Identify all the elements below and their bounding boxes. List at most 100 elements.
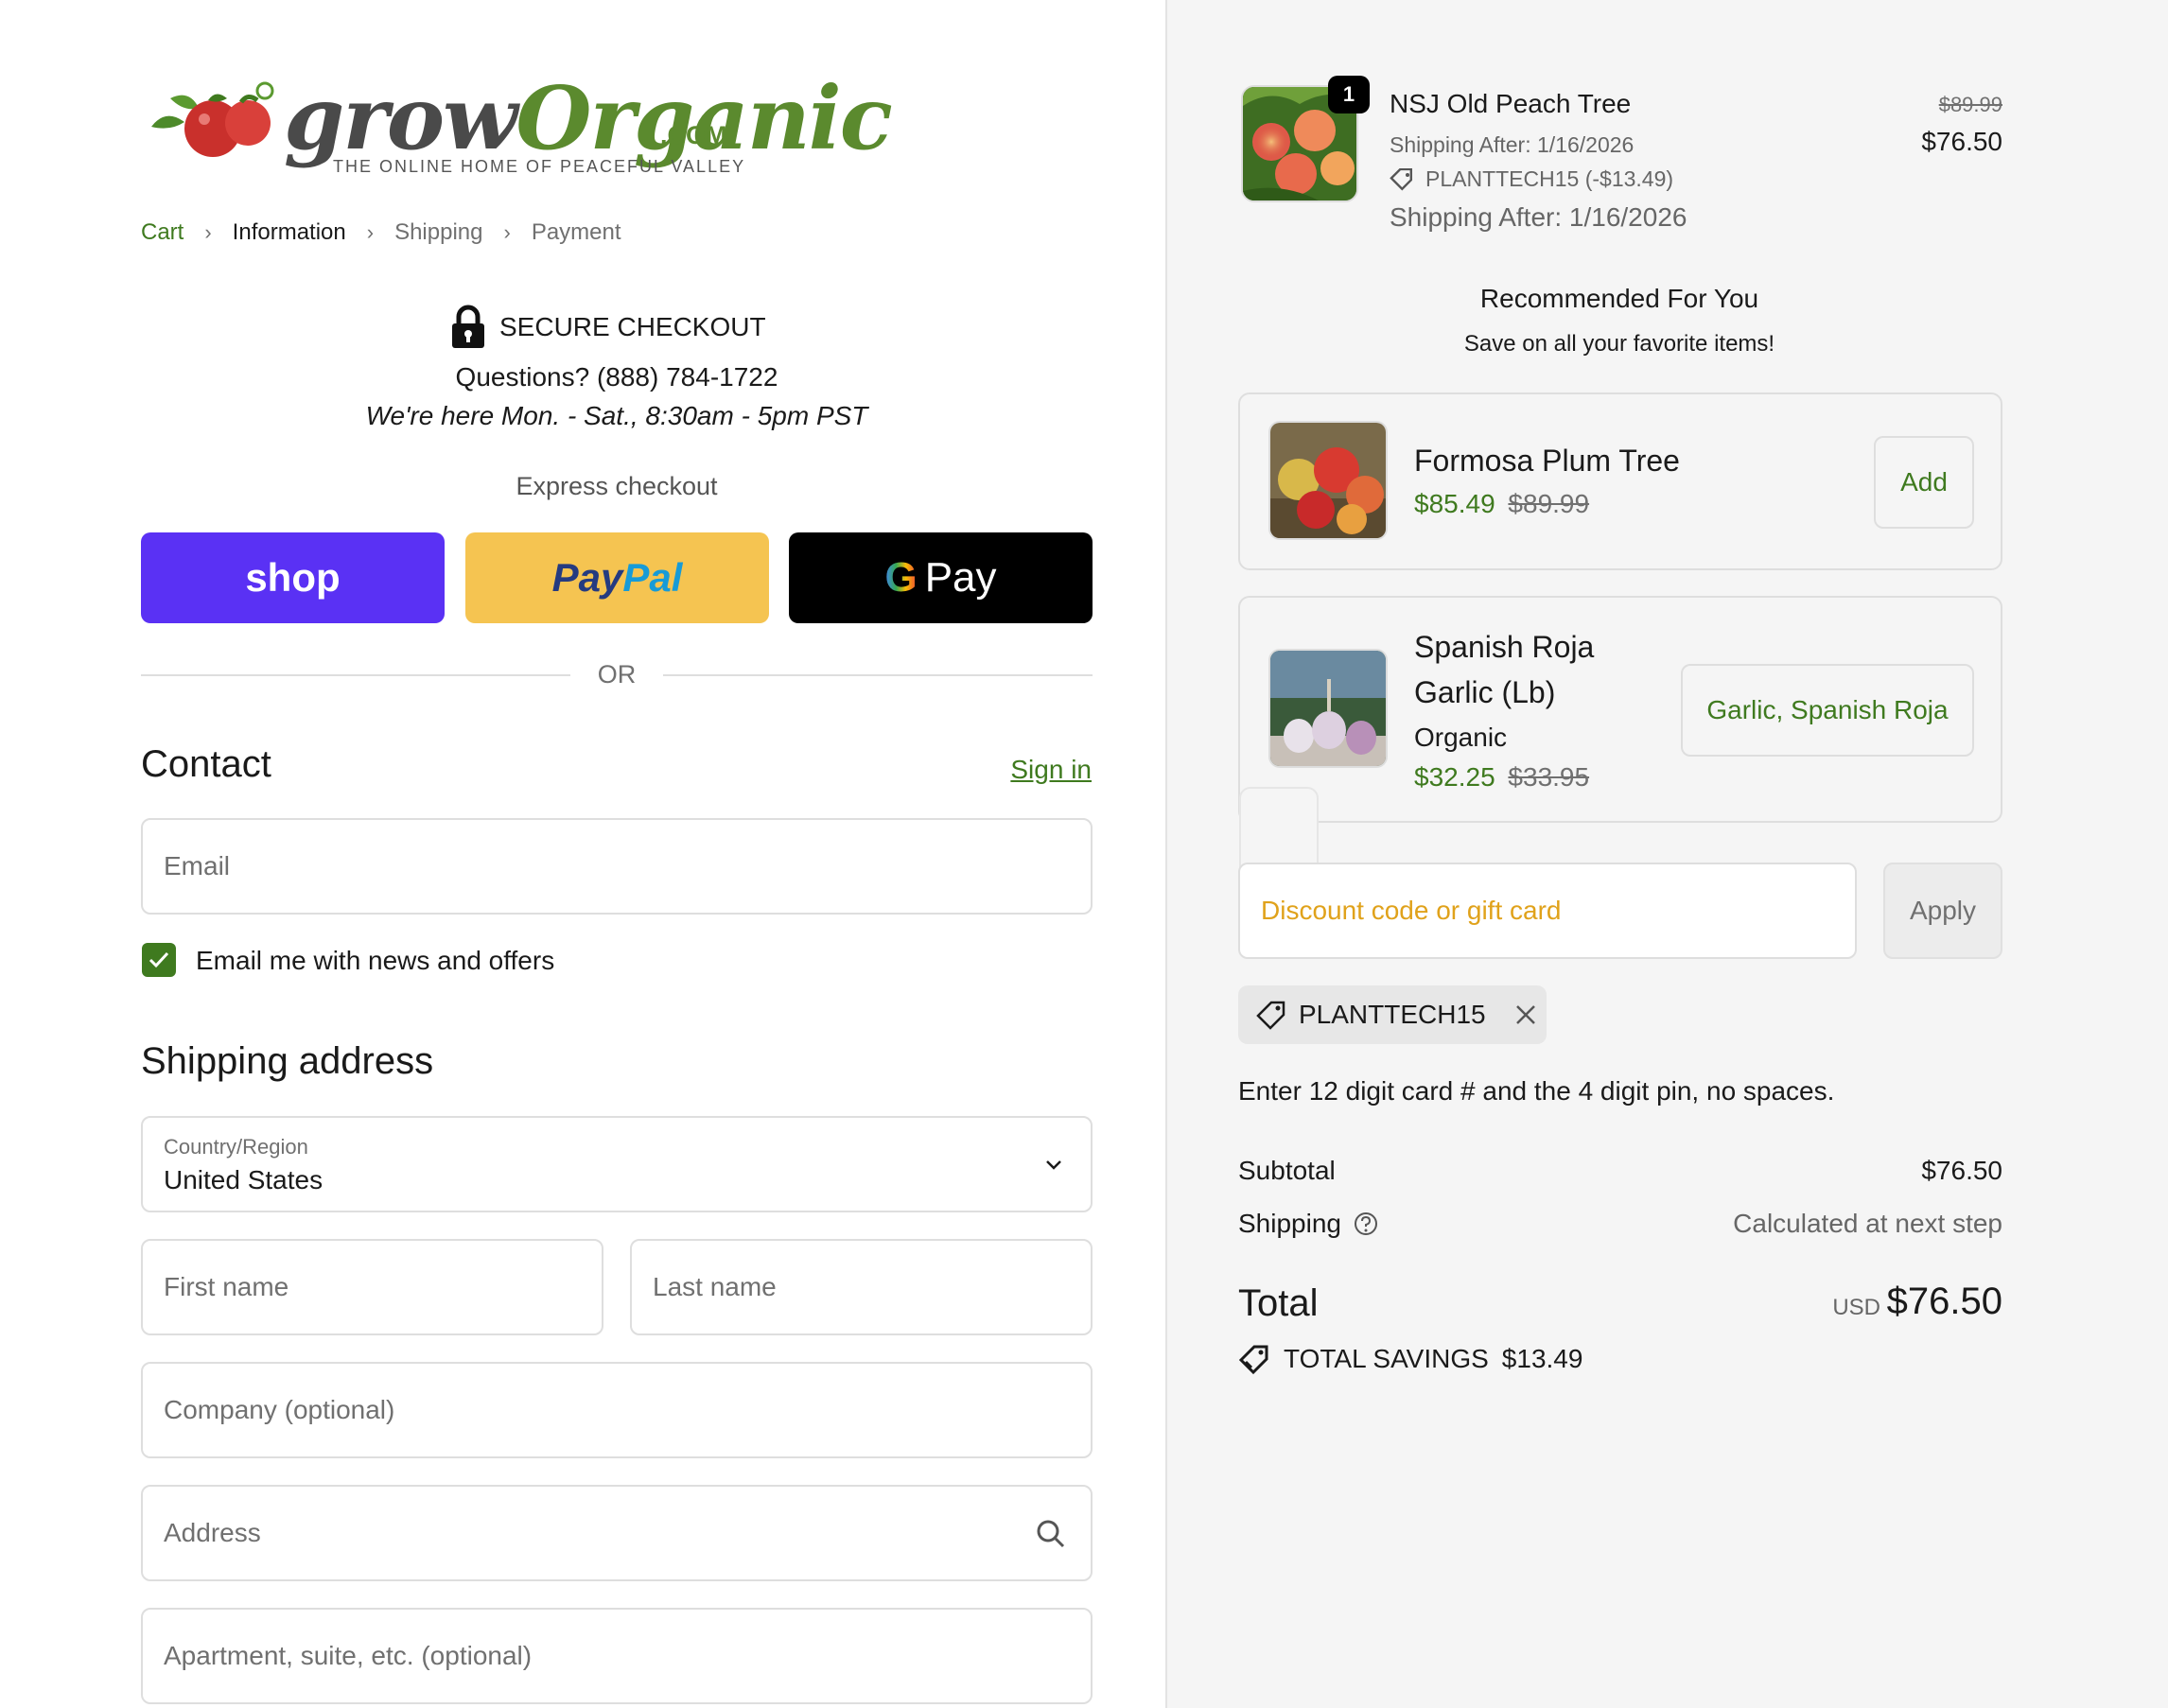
recommended-title: Recommended For You [1479, 284, 1759, 313]
address-field[interactable]: Address [141, 1485, 1093, 1581]
newsletter-checkbox[interactable] [142, 943, 176, 977]
paypal-button[interactable]: Pay Pal [465, 532, 769, 623]
discount-code-input[interactable]: Discount code or gift card [1238, 863, 1857, 959]
recommended-item-name: Formosa Plum Tree [1414, 444, 1680, 478]
applied-discount-code: PLANTTECH15 [1299, 1000, 1486, 1029]
company-field[interactable]: Company (optional) [141, 1362, 1093, 1458]
cart-item-discount-text: PLANTTECH15 (-$13.49) [1425, 166, 1674, 191]
paypal-label-pal: Pal [622, 555, 683, 600]
first-name-field[interactable]: First name [141, 1239, 603, 1335]
breadcrumb: Cart › Information › Shipping › Payment [141, 219, 621, 246]
recommended-subtitle: Save on all your favorite items! [1463, 331, 1775, 357]
secure-checkout-heading: SECURE CHECKOUT [450, 305, 766, 350]
chevron-right-icon: › [503, 220, 511, 244]
country-value: United States [164, 1165, 323, 1194]
support-hours: We're here Mon. - Sat., 8:30am - 5pm PST [365, 401, 868, 430]
logo-wordmark: growOrganic [284, 67, 893, 169]
recommended-item-name-line1: Spanish Roja [1414, 630, 1595, 664]
recommended-item-price: $32.25 $33.95 [1414, 762, 1589, 793]
cart-item-price: $76.50 [1921, 127, 2002, 156]
total-value: $76.50 [1886, 1281, 2002, 1322]
cart-item-shipping-after-large: Shipping After: 1/16/2026 [1390, 202, 1687, 232]
quantity-badge: 1 [1328, 76, 1370, 113]
garlic-photo [1270, 651, 1386, 766]
cart-item-original-price: $89.99 [1938, 93, 2002, 116]
divider-left [141, 674, 570, 676]
breadcrumb-shipping: Shipping [394, 219, 483, 245]
last-name-placeholder: Last name [653, 1272, 777, 1301]
or-divider-text: OR [597, 660, 637, 688]
total-savings-value: $13.49 [1501, 1344, 1583, 1373]
google-g-icon: G [884, 554, 918, 601]
recommended-item-original-price: $89.99 [1508, 489, 1590, 518]
first-name-placeholder: First name [164, 1272, 289, 1301]
breadcrumb-information: Information [232, 219, 346, 245]
tomato-logo-icon [151, 81, 274, 157]
shipping-label: Shipping [1238, 1209, 1379, 1239]
cart-item-shipping-after: Shipping After: 1/16/2026 [1390, 132, 1635, 157]
chevron-right-icon: › [204, 220, 212, 244]
email-field[interactable]: Email [141, 818, 1093, 915]
help-icon[interactable] [1353, 1211, 1379, 1237]
paypal-label-pay: Pay [551, 555, 623, 600]
google-pay-label: Pay [924, 554, 997, 601]
recommended-item-name-line2: Garlic (Lb) [1414, 675, 1556, 709]
discount-code-placeholder: Discount code or gift card [1261, 896, 1562, 925]
apply-discount-button[interactable]: Apply [1883, 863, 2002, 959]
subtotal-value: $76.50 [1921, 1156, 2002, 1185]
google-pay-button[interactable]: G Pay [789, 532, 1093, 623]
recommended-item-original-price: $33.95 [1508, 762, 1590, 792]
breadcrumb-cart[interactable]: Cart [141, 219, 184, 246]
total-savings-label: TOTAL SAVINGS [1284, 1344, 1489, 1373]
apartment-placeholder: Apartment, suite, etc. (optional) [164, 1641, 533, 1670]
checkmark-icon [149, 951, 169, 968]
close-icon[interactable] [1514, 1003, 1537, 1026]
support-phone: Questions? (888) 784-1722 [455, 362, 778, 392]
newsletter-label: Email me with news and offers [196, 946, 555, 975]
shop-pay-button[interactable]: shop [141, 532, 445, 623]
shipping-value: Calculated at next step [1733, 1209, 2002, 1238]
subtotal-label: Subtotal [1238, 1156, 1336, 1185]
recommended-item-card: Spanish Roja Garlic (Lb) Organic $32.25 … [1238, 596, 2002, 823]
add-plum-tree-button[interactable]: Add [1874, 436, 1974, 529]
total-savings: TOTAL SAVINGS $13.49 [1238, 1343, 1582, 1375]
recommended-item-price: $85.49 $89.99 [1414, 489, 1589, 519]
cart-item-discount: PLANTTECH15 (-$13.49) [1390, 166, 1673, 192]
recommended-item-variant: Organic [1414, 723, 1508, 752]
country-select[interactable]: Country/Region United States [141, 1116, 1093, 1212]
company-placeholder: Company (optional) [164, 1395, 395, 1424]
secure-checkout-text: SECURE CHECKOUT [499, 312, 766, 341]
checkout-form-panel: growOrganic .COM THE ONLINE HOME OF PEAC… [0, 0, 1165, 1708]
savings-tag-icon [1238, 1345, 1268, 1375]
shipping-address-heading: Shipping address [141, 1040, 434, 1082]
garlic-image [1268, 649, 1388, 768]
chevron-right-icon: › [366, 220, 375, 244]
address-placeholder: Address [164, 1518, 261, 1547]
cart-item-name: NSJ Old Peach Tree [1390, 89, 1632, 118]
lock-icon [452, 305, 484, 348]
search-icon[interactable] [1036, 1519, 1066, 1549]
garlic-variant-select-button[interactable]: Garlic, Spanish Roja [1681, 664, 1974, 757]
shop-pay-label: shop [245, 555, 341, 600]
applied-discount-chip: PLANTTECH15 [1238, 985, 1547, 1044]
grow-organic-logo[interactable]: growOrganic .COM THE ONLINE HOME OF PEAC… [142, 66, 893, 189]
email-placeholder: Email [164, 851, 231, 880]
logo-com: .COM [660, 121, 727, 149]
recommended-item-card: Formosa Plum Tree $85.49 $89.99 Add [1238, 392, 2002, 570]
last-name-field[interactable]: Last name [630, 1239, 1093, 1335]
sign-in-link[interactable]: Sign in [1010, 755, 1092, 785]
apartment-field[interactable]: Apartment, suite, etc. (optional) [141, 1608, 1093, 1704]
total-currency: USD [1832, 1295, 1880, 1320]
tag-icon [1256, 1001, 1285, 1030]
plum-image [1270, 423, 1386, 538]
recommended-item-sale-price: $85.49 [1414, 489, 1495, 518]
express-checkout-label: Express checkout [516, 472, 718, 500]
total-label: Total [1238, 1282, 1319, 1324]
tag-icon [1390, 167, 1412, 190]
country-label: Country/Region [164, 1135, 308, 1159]
plum-tree-image [1268, 421, 1388, 540]
divider-right [663, 674, 1093, 676]
gift-card-note: Enter 12 digit card # and the 4 digit pi… [1238, 1076, 1835, 1106]
logo-tagline: THE ONLINE HOME OF PEACEFUL VALLEY [333, 157, 746, 176]
chevron-down-icon [1046, 1160, 1061, 1170]
